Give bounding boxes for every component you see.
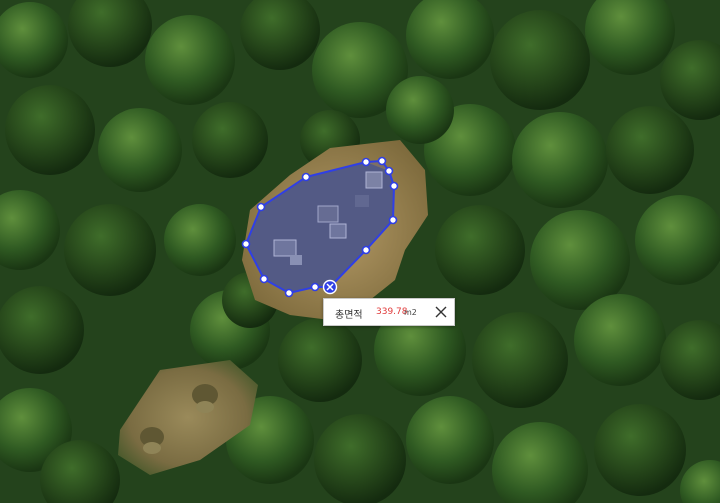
delete-vertex-icon[interactable]: [322, 279, 338, 295]
vertex-handle[interactable]: [259, 274, 269, 284]
area-measure-popup: 총면적 339.78 m2: [323, 298, 455, 326]
vertex-handle[interactable]: [284, 288, 294, 298]
total-area-value: 339.78: [376, 307, 408, 317]
area-unit: m2: [404, 308, 417, 317]
vertex-handle[interactable]: [241, 239, 251, 249]
vertex-handle[interactable]: [384, 166, 394, 176]
vertex-handle[interactable]: [361, 245, 371, 255]
satellite-map[interactable]: [0, 0, 720, 503]
vertex-handle[interactable]: [388, 215, 398, 225]
vertex-handle[interactable]: [389, 181, 399, 191]
vertex-handle[interactable]: [310, 282, 320, 292]
vertex-handle[interactable]: [301, 172, 311, 182]
vertex-handle[interactable]: [256, 202, 266, 212]
close-icon[interactable]: [434, 305, 448, 319]
vertex-handle[interactable]: [361, 157, 371, 167]
vertex-handle[interactable]: [377, 156, 387, 166]
total-area-label: 총면적: [335, 310, 363, 321]
